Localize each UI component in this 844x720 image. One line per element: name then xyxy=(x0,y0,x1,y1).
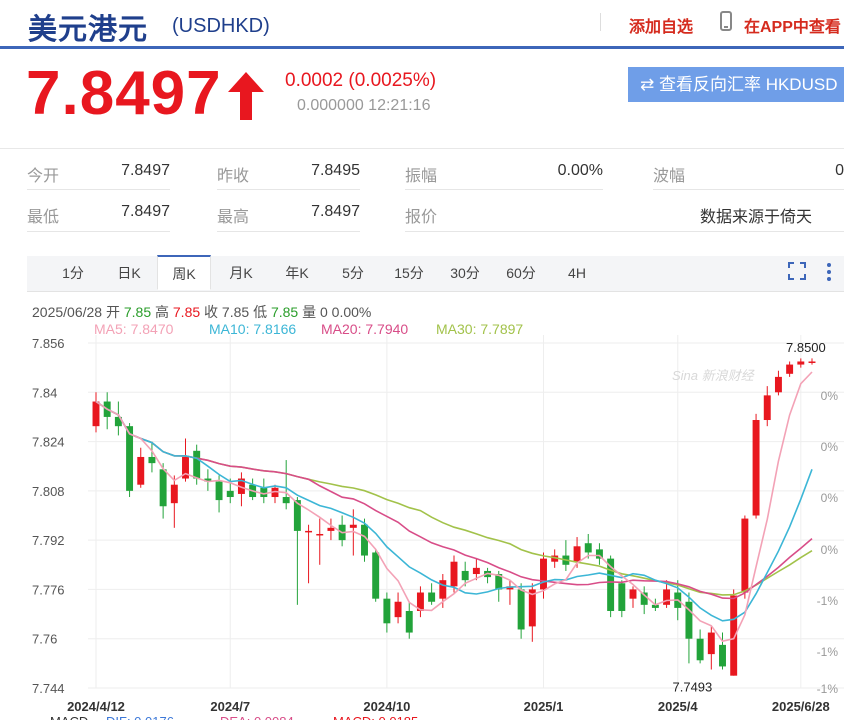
candle-body xyxy=(305,530,313,533)
y-tick-label: 7.76 xyxy=(32,632,57,647)
candle-body xyxy=(349,524,357,528)
candle-body xyxy=(92,401,100,427)
candle-body xyxy=(618,583,626,611)
candle-body xyxy=(472,567,480,575)
x-tick-label: 2024/10 xyxy=(363,699,410,714)
candle-body xyxy=(797,361,805,365)
y-tick-label: 7.744 xyxy=(32,681,65,696)
candle-body xyxy=(540,558,547,590)
candle-body xyxy=(372,552,380,599)
y-tick-label: 7.824 xyxy=(32,435,65,450)
x-tick-label: 2024/4/12 xyxy=(67,699,125,714)
x-tick-label: 2024/7 xyxy=(210,699,250,714)
y-tick-label: 7.776 xyxy=(32,582,65,597)
candle-body xyxy=(730,595,738,676)
candlestick-chart[interactable]: 7.8567.847.8247.8087.7927.7767.767.74420… xyxy=(0,0,844,720)
candle-body xyxy=(439,580,447,599)
min-price-label: 7.7493 xyxy=(673,680,713,695)
candle-body xyxy=(517,589,525,630)
candle-body xyxy=(786,364,794,374)
max-price-label: 7.8500 xyxy=(786,340,826,355)
candle-body xyxy=(774,376,782,393)
right-axis-label: -1% xyxy=(817,682,839,696)
x-tick-label: 2025/4 xyxy=(658,699,699,714)
x-tick-label: 2025/1 xyxy=(524,699,564,714)
candle-body xyxy=(428,592,436,602)
ma10-line xyxy=(95,400,813,622)
candle-body xyxy=(394,601,402,618)
candle-body xyxy=(383,598,391,624)
candle-body xyxy=(405,610,413,633)
candle-body xyxy=(763,395,771,421)
candle-body xyxy=(170,484,178,504)
candle-body xyxy=(573,546,581,562)
candle-body xyxy=(226,490,234,498)
right-axis-label: 0% xyxy=(821,440,839,454)
macd-legend-label: MACD: 0.0185 xyxy=(333,714,418,720)
right-axis-label: 0% xyxy=(821,543,839,557)
macd-legend-label: MACD xyxy=(50,714,88,720)
candle-body xyxy=(461,570,469,581)
ma5-line xyxy=(95,371,813,643)
candle-body xyxy=(193,450,201,479)
y-tick-label: 7.84 xyxy=(32,385,57,400)
candle-body xyxy=(707,632,715,655)
right-axis-label: 0% xyxy=(821,491,839,505)
candle-body xyxy=(159,469,167,507)
y-tick-label: 7.808 xyxy=(32,484,65,499)
candle-body xyxy=(584,543,592,553)
candle-body xyxy=(450,561,458,587)
macd-legend-label: DEA: 0.0084 xyxy=(220,714,294,720)
right-axis-label: 0% xyxy=(821,389,839,403)
candle-body xyxy=(260,487,268,498)
watermark-logo: Sina 新浪财经 xyxy=(672,368,756,383)
candle-body xyxy=(215,481,223,501)
candle-body xyxy=(137,456,145,485)
candle-body xyxy=(327,527,335,531)
y-tick-label: 7.856 xyxy=(32,336,65,351)
candle-body xyxy=(663,589,671,605)
macd-legend-label: DIF: 0.0176 xyxy=(106,714,174,720)
candle-body xyxy=(719,644,726,667)
candle-body xyxy=(808,361,816,363)
candle-body xyxy=(629,589,637,599)
candle-body xyxy=(148,456,156,464)
candle-body xyxy=(126,426,134,491)
right-axis-label: -1% xyxy=(817,645,839,659)
candle-body xyxy=(696,638,704,661)
right-axis-label: -1% xyxy=(817,594,839,608)
candle-body xyxy=(752,420,760,516)
y-tick-label: 7.792 xyxy=(32,533,65,548)
candle-body xyxy=(741,518,749,593)
x-tick-label: 2025/6/28 xyxy=(772,699,830,714)
candle-body xyxy=(282,497,290,504)
candle-body xyxy=(316,533,324,536)
